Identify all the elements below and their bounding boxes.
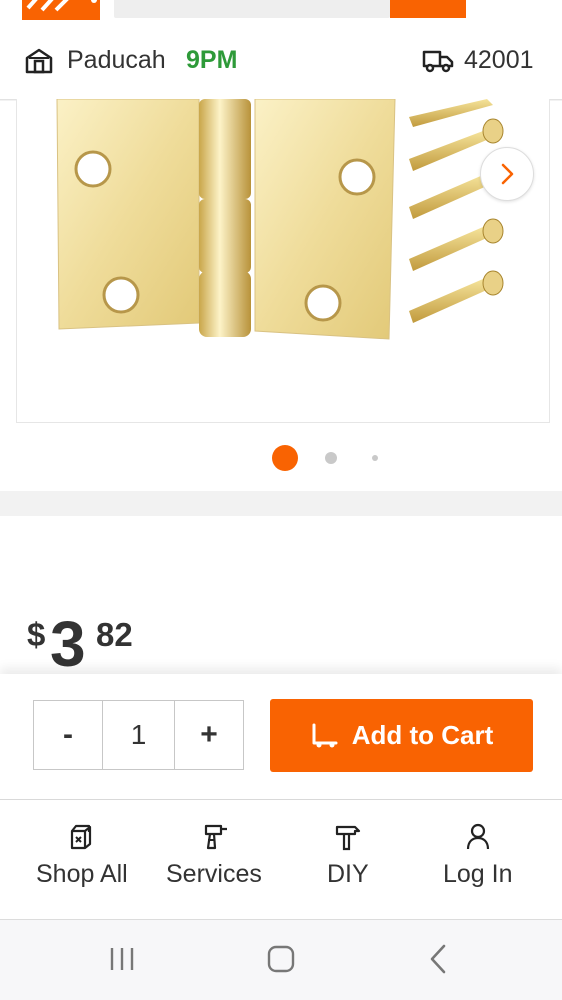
user-icon — [466, 823, 489, 850]
product-image-card — [0, 99, 562, 491]
quantity-increase-button[interactable]: + — [175, 701, 243, 769]
price-card: $ 3 82 — [0, 516, 562, 676]
recent-apps-icon[interactable] — [106, 944, 138, 974]
add-to-cart-button[interactable]: Add to Cart — [270, 699, 533, 772]
product-page: Paducah 9PM 42001 $ 3 82 - 1 + Add to Ca… — [0, 0, 562, 1000]
price-dollar-sign: $ — [27, 616, 46, 653]
nav-services-label: Services — [166, 860, 262, 888]
system-navigation-bar — [0, 920, 562, 1000]
search-input[interactable] — [114, 0, 390, 18]
quantity-input[interactable]: 1 — [103, 701, 175, 769]
delivery-zip[interactable]: 42001 — [464, 46, 534, 75]
top-search-bar — [0, 0, 562, 28]
chevron-right-icon — [501, 163, 514, 185]
home-icon[interactable] — [264, 942, 298, 976]
gallery-pagination — [0, 445, 562, 471]
nav-diy[interactable]: DIY — [327, 822, 369, 902]
nav-services[interactable]: Services — [166, 822, 262, 902]
product-image[interactable] — [16, 99, 550, 423]
quantity-decrease-button[interactable]: - — [34, 701, 103, 769]
price-whole: 3 — [50, 608, 86, 680]
nav-diy-label: DIY — [327, 860, 369, 888]
nav-log-in[interactable]: Log In — [443, 822, 513, 902]
next-image-button[interactable] — [480, 147, 534, 201]
nav-shop-all-label: Shop All — [36, 860, 128, 888]
bottom-navigation: Shop All Services DIY Log In — [0, 800, 562, 920]
back-icon[interactable] — [424, 942, 454, 976]
store-name[interactable]: Paducah — [67, 46, 166, 75]
location-bar: Paducah 9PM 42001 — [0, 28, 562, 100]
search-button[interactable] — [390, 0, 466, 18]
delivery-truck-icon[interactable] — [422, 48, 454, 74]
store-icon[interactable] — [24, 48, 54, 74]
gallery-dot-active[interactable] — [272, 445, 298, 471]
price-cents: 82 — [96, 616, 133, 653]
add-to-cart-label: Add to Cart — [351, 720, 494, 750]
gallery-dot[interactable] — [325, 452, 337, 464]
quantity-stepper: - 1 + — [33, 700, 244, 770]
nav-log-in-label: Log In — [443, 860, 513, 888]
store-hours: 9PM — [186, 46, 238, 74]
drill-icon — [204, 824, 227, 850]
home-depot-logo[interactable] — [22, 0, 100, 20]
add-to-cart-bar: - 1 + Add to Cart — [0, 674, 562, 800]
gallery-dot[interactable] — [372, 455, 378, 461]
nav-shop-all[interactable]: Shop All — [36, 822, 128, 902]
shop-all-icon — [70, 824, 91, 850]
cart-icon[interactable] — [484, 0, 514, 6]
hammer-icon — [335, 825, 360, 851]
cart-dolly-icon — [312, 723, 338, 747]
